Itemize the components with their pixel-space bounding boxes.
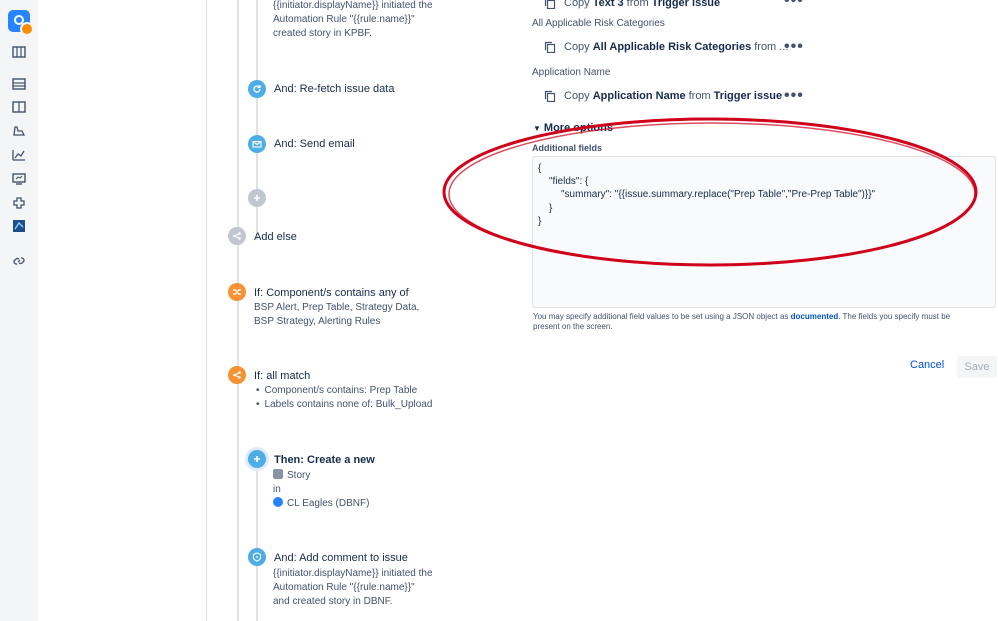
left-nav-rail <box>0 0 38 621</box>
field-label: All Applicable Risk Categories <box>532 18 665 29</box>
addons-icon[interactable] <box>12 196 26 210</box>
app-icon[interactable] <box>12 219 26 233</box>
additional-fields-textarea[interactable]: { "fields": { "summary": "{{issue.summar… <box>532 156 996 308</box>
comment-text: and created story in DBNF. <box>273 596 393 607</box>
additional-fields-label: Additional fields <box>532 143 603 153</box>
copy-source: Trigger issue <box>651 0 721 9</box>
reports-icon[interactable] <box>12 148 26 162</box>
copy-prefix: Copy <box>564 41 590 53</box>
copy-field-row[interactable]: Copy All Applicable Risk Categories from .… <box>544 39 788 55</box>
copy-icon <box>544 41 556 53</box>
flow-branch-line <box>256 462 258 621</box>
json-line: "summary": "{{issue.summary.replace("Pre… <box>561 189 876 200</box>
issue-type-label: Story <box>287 470 311 481</box>
comment-text: Automation Rule "{{rule.name}}" <box>273 582 415 593</box>
more-options-toggle[interactable]: ▼ More options <box>533 122 613 134</box>
copy-field-row[interactable]: Copy Text 3 from Trigger issue <box>544 0 723 11</box>
step-if-component[interactable]: If: Component/s contains any of <box>254 287 409 299</box>
list-item: Component/s contains: Prep Table <box>256 384 432 398</box>
documented-link[interactable]: documented <box>791 312 839 321</box>
copy-field-row[interactable]: Copy Application Name from Trigger issue <box>544 88 785 104</box>
copy-mid: from <box>626 0 649 9</box>
step-if-all-match[interactable]: If: all match <box>254 370 310 382</box>
copy-field-name: Application Name <box>592 90 686 102</box>
step-refetch[interactable]: And: Re-fetch issue data <box>274 83 394 95</box>
backlog-icon[interactable] <box>12 77 26 91</box>
comment-text: {{initiator.displayName}} initiated the <box>273 568 433 579</box>
field-label: Application Name <box>532 67 611 78</box>
condition-text: BSP Strategy, Alerting Rules <box>254 316 381 327</box>
cancel-button[interactable]: Cancel <box>910 359 944 371</box>
add-step-icon[interactable] <box>248 189 266 207</box>
link-icon[interactable] <box>12 254 26 268</box>
releases-icon[interactable] <box>12 124 26 138</box>
create-issue-icon[interactable] <box>248 450 266 468</box>
branch-icon[interactable] <box>228 227 246 245</box>
comment-icon[interactable] <box>248 548 266 566</box>
chevron-down-icon: ▼ <box>533 124 541 133</box>
comment-text: created story in KPBF. <box>273 28 372 39</box>
json-line: "fields": { <box>549 176 589 187</box>
condition-branch-icon[interactable] <box>228 366 246 384</box>
step-add-comment[interactable]: And: Add comment to issue <box>274 552 408 564</box>
copy-prefix: Copy <box>564 90 590 102</box>
issue-type: Story <box>273 469 310 483</box>
json-line: } <box>549 203 553 214</box>
step-then-create[interactable]: Then: Create a new <box>274 454 375 466</box>
copy-source: Trigger issue <box>713 90 783 102</box>
board-icon[interactable] <box>12 45 26 59</box>
columns-icon[interactable] <box>12 100 26 114</box>
condition-list: Component/s contains: Prep Table Labels … <box>256 384 433 412</box>
project-avatar-icon <box>273 497 283 507</box>
copy-icon <box>544 0 556 9</box>
in-label: in <box>273 484 281 495</box>
shuffle-icon[interactable] <box>228 283 246 301</box>
copy-field-name: All Applicable Risk Categories <box>592 41 752 53</box>
more-options-label: More options <box>543 122 613 134</box>
comment-text: Automation Rule "{{rule.name}}" <box>273 14 415 25</box>
project-label: CL Eagles (DBNF) <box>287 498 370 509</box>
more-actions-icon[interactable]: ••• <box>784 39 804 55</box>
target-project: CL Eagles (DBNF) <box>273 497 369 511</box>
json-line: { <box>538 163 542 174</box>
pages-icon[interactable] <box>12 172 26 186</box>
copy-mid: from <box>688 90 711 102</box>
more-actions-icon[interactable]: ••• <box>784 0 804 9</box>
copy-prefix: Copy <box>564 0 590 9</box>
app-logo-icon[interactable] <box>8 10 34 36</box>
more-actions-icon[interactable]: ••• <box>784 88 804 104</box>
copy-icon <box>544 90 556 102</box>
list-item: Labels contains none of: Bulk_Upload <box>256 398 433 412</box>
condition-text: BSP Alert, Prep Table, Strategy Data, <box>254 302 420 313</box>
help-text-body: You may specify additional field values … <box>533 312 789 321</box>
comment-text: {{initiator.displayName}} initiated the <box>273 0 433 11</box>
help-text: You may specify additional field values … <box>533 312 973 332</box>
flow-connector-line <box>237 0 239 621</box>
story-type-icon <box>273 469 283 479</box>
email-icon[interactable] <box>248 135 266 153</box>
save-button[interactable]: Save <box>957 356 997 378</box>
json-line: } <box>538 216 542 227</box>
step-send-email[interactable]: And: Send email <box>274 138 355 150</box>
refetch-icon[interactable] <box>248 80 266 98</box>
copy-field-name: Text 3 <box>592 0 624 9</box>
add-else-link[interactable]: Add else <box>254 231 297 243</box>
